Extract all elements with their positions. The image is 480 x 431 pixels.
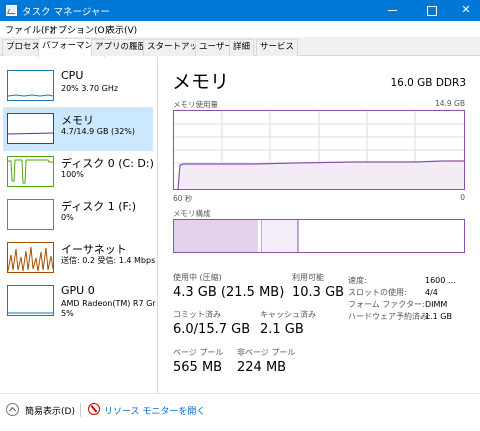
stat-committed: コミット済み 6.0/15.7 GB [173, 310, 251, 337]
close-button[interactable]: ✕ [451, 0, 480, 21]
task-manager-icon [6, 5, 17, 16]
menu-options[interactable]: オプション(O) [49, 23, 108, 36]
detail-form-factor: フォーム ファクター:DIMM [348, 300, 448, 309]
footer-divider [80, 403, 81, 417]
resource-value: 100% [61, 170, 84, 179]
fewer-details-button[interactable]: 簡易表示(D) [25, 404, 75, 417]
usage-graph-label: メモリ使用量 [173, 100, 218, 109]
stat-nonpaged-pool: 非ページ プール 224 MB [237, 348, 296, 375]
stat-available: 利用可能 10.3 GB [292, 273, 345, 300]
resource-ethernet[interactable]: イーサネット 送信: 0.2 受信: 1.4 Mbps [3, 236, 156, 280]
chevron-up-icon[interactable] [6, 403, 19, 416]
stat-paged-pool: ページ プール 565 MB [173, 348, 224, 375]
footer-bar: 簡易表示(D) リソース モニターを開く [0, 393, 480, 431]
menu-file[interactable]: ファイル(F) [5, 23, 53, 36]
resource-cpu[interactable]: CPU 20% 3.70 GHz [3, 64, 153, 108]
detail-hardware-reserved: ハードウェア予約済み:1.1 GB [348, 312, 452, 321]
stat-cached: キャッシュ済み 2.1 GB [260, 310, 316, 337]
resource-memory[interactable]: メモリ 4.7/14.9 GB (32%) [3, 107, 153, 151]
resource-name: イーサネット [61, 243, 127, 256]
tab-details[interactable]: 詳細 [229, 39, 255, 56]
memory-usage-graph [173, 110, 465, 190]
usage-graph-max: 14.9 GB [434, 99, 465, 108]
menu-view[interactable]: 表示(V) [106, 23, 137, 36]
open-resource-monitor-link[interactable]: リソース モニターを開く [104, 404, 205, 417]
memory-thumbnail-graph [7, 113, 54, 144]
resource-name: メモリ [61, 114, 94, 127]
page-title: メモリ [172, 71, 230, 93]
tab-app-history[interactable]: アプリの履歴 [91, 39, 151, 56]
composition-graph-label: メモリ構成 [173, 209, 211, 218]
resource-disk-0[interactable]: ディスク 0 (C: D:) 100% [3, 150, 154, 194]
resource-value: 20% 3.70 GHz [61, 84, 119, 93]
resource-value: 送信: 0.2 受信: 1.4 Mbps [61, 256, 156, 265]
resource-value-2: 5% [61, 309, 74, 318]
memory-composition-graph [173, 219, 465, 253]
resource-name: GPU 0 [61, 284, 95, 297]
memory-spec: 16.0 GB DDR3 [390, 77, 466, 89]
resource-gpu-0[interactable]: GPU 0 AMD Radeon(TM) R7 Gr 5% [3, 279, 156, 331]
resource-monitor-icon[interactable] [88, 403, 100, 415]
stat-in-use: 使用中 (圧縮) 4.3 GB (21.5 MB) [173, 273, 285, 300]
resource-list: CPU 20% 3.70 GHz メモリ 4.7/14.9 GB (32%) デ… [0, 57, 158, 393]
menu-bar: ファイル(F) オプション(O) 表示(V) [0, 21, 480, 37]
title-bar: タスク マネージャー ✕ [0, 0, 480, 21]
detail-slots: スロットの使用: 4/4 [348, 288, 438, 297]
axis-right-label: 0 [460, 193, 465, 202]
resource-name: ディスク 0 (C: D:) [61, 157, 154, 170]
resource-value: 0% [61, 213, 74, 222]
ethernet-thumbnail-graph [7, 242, 54, 273]
resource-value: 4.7/14.9 GB (32%) [61, 127, 136, 136]
resource-name: ディスク 1 (F:) [61, 200, 136, 213]
detail-speed: 速度: 1600 ... [348, 276, 456, 285]
window-title: タスク マネージャー [22, 7, 110, 18]
disk1-thumbnail-graph [7, 199, 54, 230]
axis-left-label: 60 秒 [173, 194, 193, 203]
maximize-button[interactable] [417, 0, 447, 21]
resource-disk-1[interactable]: ディスク 1 (F:) 0% [3, 193, 153, 237]
resource-value: AMD Radeon(TM) R7 Gr [61, 299, 156, 308]
gpu-thumbnail-graph [7, 285, 54, 316]
resource-name: CPU [61, 69, 84, 82]
cpu-thumbnail-graph [7, 70, 54, 101]
disk0-thumbnail-graph [7, 156, 54, 187]
memory-detail-panel: メモリ 16.0 GB DDR3 メモリ使用量 14.9 GB 60 秒 0 メ… [159, 57, 480, 393]
tab-services[interactable]: サービス [256, 39, 299, 56]
minimize-button[interactable] [378, 0, 408, 21]
tab-bar: プロセス パフォーマンス アプリの履歴 スタートアップ ユーザー 詳細 サービス [0, 37, 480, 57]
